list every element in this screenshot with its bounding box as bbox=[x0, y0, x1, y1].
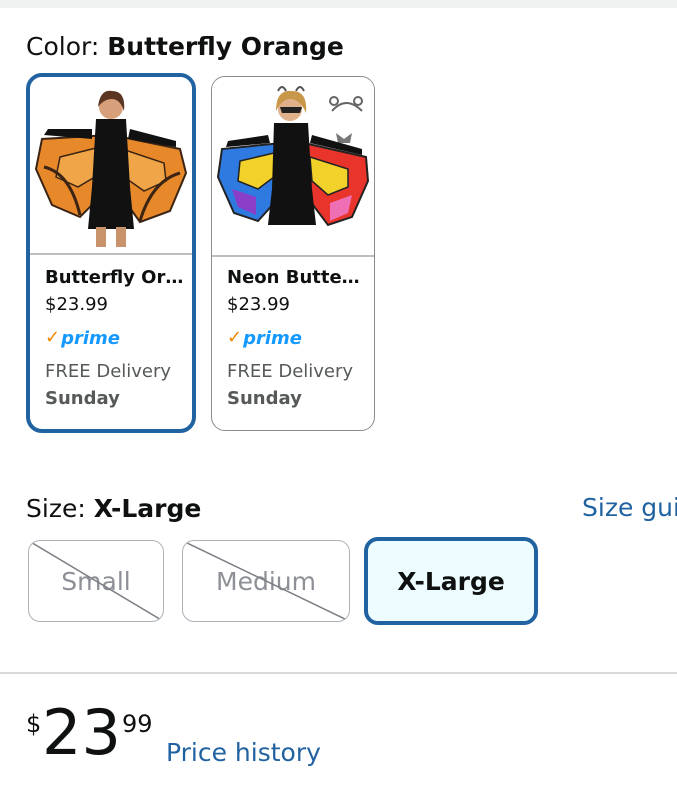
product-title: Butterfly Or… bbox=[45, 267, 184, 288]
card-body: Neon Butte… $23.99 ✓ prime FREE Delivery… bbox=[227, 267, 366, 409]
color-option-neon-butterfly[interactable]: Neon Butte… $23.99 ✓ prime FREE Delivery… bbox=[211, 76, 375, 431]
unavailable-strike-icon bbox=[29, 541, 163, 621]
prime-label: prime bbox=[243, 327, 302, 349]
size-guide-link[interactable]: Size gui bbox=[582, 493, 677, 522]
prime-check-icon: ✓ bbox=[45, 327, 61, 348]
price-history-link[interactable]: Price history bbox=[166, 738, 321, 767]
prime-label: prime bbox=[61, 327, 120, 349]
neon-butterfly-costume-image bbox=[216, 86, 370, 227]
size-option-label: X-Large bbox=[397, 566, 505, 596]
price-fraction: 99 bbox=[122, 710, 153, 738]
size-selected-value: X-Large bbox=[93, 494, 202, 523]
card-divider bbox=[30, 253, 192, 255]
delivery-text: FREE Delivery bbox=[227, 361, 354, 382]
size-label-prefix: Size: bbox=[26, 494, 86, 523]
product-price: $23.99 bbox=[227, 294, 290, 315]
price-whole: 23 bbox=[42, 696, 121, 769]
color-label: Color: Butterfly Orange bbox=[26, 32, 344, 61]
top-strip bbox=[0, 0, 677, 8]
delivery-day: Sunday bbox=[227, 388, 302, 409]
prime-badge: ✓ prime bbox=[45, 327, 184, 349]
product-title: Neon Butte… bbox=[227, 267, 360, 288]
card-body: Butterfly Or… $23.99 ✓ prime FREE Delive… bbox=[45, 267, 184, 409]
product-image bbox=[212, 77, 374, 255]
price-currency-symbol: $ bbox=[26, 710, 42, 738]
color-label-prefix: Color: bbox=[26, 32, 100, 61]
product-price: $23.99 bbox=[45, 294, 108, 315]
size-label: Size: X-Large bbox=[26, 494, 201, 523]
size-option-x-large[interactable]: X-Large bbox=[364, 537, 538, 625]
delivery-day: Sunday bbox=[45, 388, 120, 409]
orange-butterfly-costume-image bbox=[34, 90, 188, 247]
size-option-small[interactable]: Small bbox=[28, 540, 164, 622]
color-selected-value: Butterfly Orange bbox=[107, 32, 344, 61]
card-divider bbox=[212, 255, 374, 257]
unavailable-strike-icon bbox=[183, 541, 349, 621]
delivery-text: FREE Delivery bbox=[45, 361, 172, 382]
section-divider bbox=[0, 672, 677, 674]
color-option-butterfly-orange[interactable]: Butterfly Or… $23.99 ✓ prime FREE Delive… bbox=[26, 73, 196, 433]
product-image bbox=[30, 77, 192, 253]
prime-check-icon: ✓ bbox=[227, 327, 243, 348]
prime-badge: ✓ prime bbox=[227, 327, 366, 349]
size-option-medium[interactable]: Medium bbox=[182, 540, 350, 622]
